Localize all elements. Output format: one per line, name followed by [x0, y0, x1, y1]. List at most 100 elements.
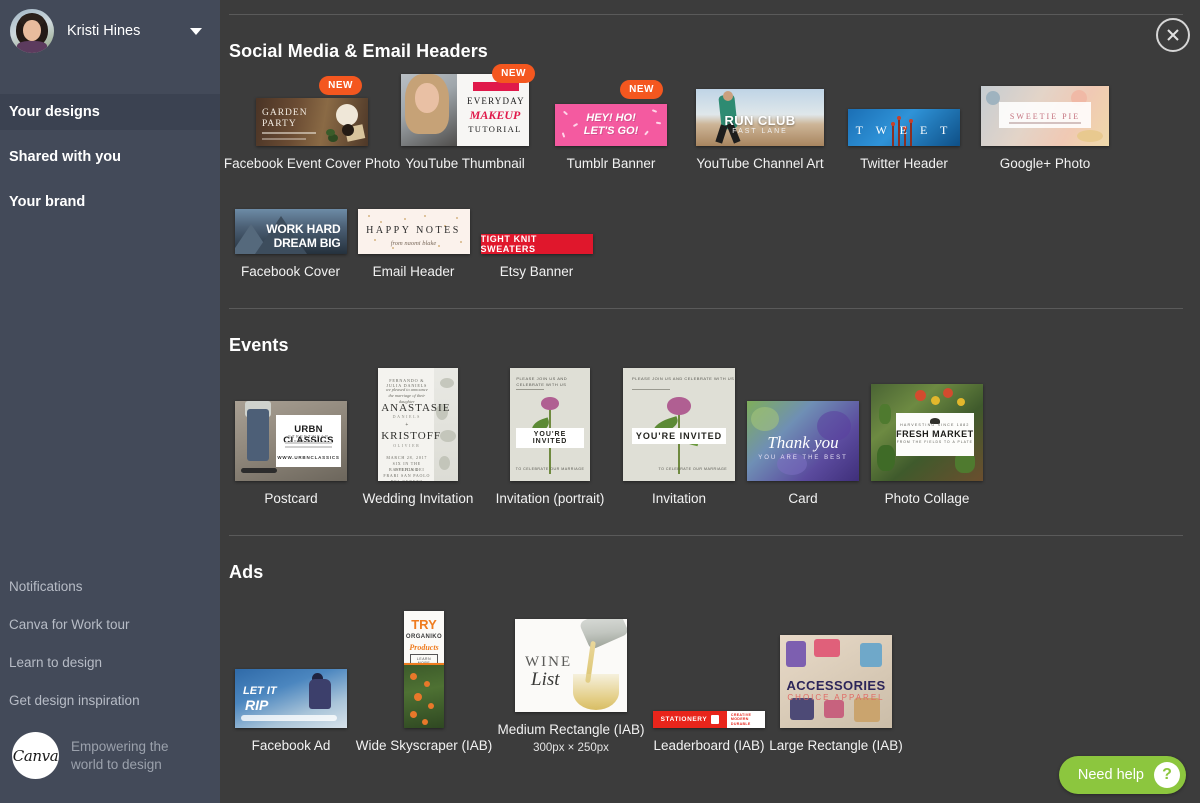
thumbnail-image: LET IT RIP	[235, 669, 347, 728]
template-label: Twitter Header	[860, 155, 948, 172]
sidebar-item-learn-to-design[interactable]: Learn to design	[0, 644, 220, 682]
template-tile-card[interactable]: Thank you YOU ARE THE BEST Card	[741, 368, 865, 507]
thumb-text: DANIELS	[381, 414, 432, 419]
thumb-text: Products	[404, 643, 444, 652]
thumbnail-image: RUN CLUB FAST LANE	[696, 89, 824, 146]
thumb-text: BASILICA DEI FRARI SAN PAOLO DEL VENETO	[383, 467, 431, 481]
template-tile-photo-collage[interactable]: HARVESTING SINCE 1882 FRESH MARKET FROM …	[865, 368, 989, 507]
thumbnail-wrap: ACCESSORIES CHOICE APPAREL	[780, 611, 892, 728]
thumbnail-image: WORK HARD DREAM BIG	[235, 209, 347, 254]
thumb-text: Thank you	[747, 433, 859, 453]
thumb-text: TUTORIAL	[467, 124, 523, 134]
thumbnail-wrap: TIGHT KNIT SWEATERS	[481, 194, 593, 254]
sidebar-item-notifications[interactable]: Notifications	[0, 568, 220, 606]
sidebar-item-your-brand[interactable]: Your brand	[0, 184, 220, 220]
sidebar-item-your-designs[interactable]: Your designs	[0, 94, 220, 130]
thumb-text: LET IT	[243, 685, 277, 697]
template-label: Facebook Cover	[241, 263, 340, 280]
thumb-text: DURABLE	[731, 722, 765, 726]
user-menu[interactable]: Kristi Hines	[0, 0, 220, 62]
template-label: Postcard	[264, 490, 317, 507]
new-badge: NEW	[492, 64, 535, 83]
template-tile-facebook-ad[interactable]: LET IT RIP Facebook Ad	[229, 611, 353, 754]
thumbnail-image: TRY ORGANIKO Products LEARN MORE	[404, 611, 444, 728]
template-label: Etsy Banner	[500, 263, 574, 280]
thumb-text: FRESH MARKET	[896, 429, 974, 439]
thumbnail-image: WINE List	[515, 619, 627, 712]
template-tile-tumblr-banner[interactable]: HEY! HO! LET'S GO! NEW Tumblr Banner	[535, 74, 687, 172]
close-icon[interactable]	[1156, 18, 1190, 52]
thumb-text: ORGANIKO	[404, 634, 444, 640]
thumb-text: GARDENPARTY	[262, 108, 316, 130]
thumbnail-image: HARVESTING SINCE 1882 FRESH MARKET FROM …	[871, 384, 983, 481]
template-tile-google-plus-photo[interactable]: SWEETIE PIE Google+ Photo	[975, 74, 1115, 172]
template-label: Email Header	[373, 263, 455, 280]
thumbnail-wrap: FERNANDO & JULIA DANIELS we pleased to a…	[378, 368, 458, 481]
section-title: Ads	[229, 536, 1200, 583]
brand-tagline: Empowering the world to design	[71, 738, 169, 774]
thumb-text: List	[531, 669, 560, 691]
template-label: Tumblr Banner	[567, 155, 656, 172]
thumbnail-wrap: HARVESTING SINCE 1882 FRESH MARKET FROM …	[871, 368, 983, 481]
template-tile-wedding-invitation[interactable]: FERNANDO & JULIA DANIELS we pleased to a…	[353, 368, 483, 507]
template-tile-etsy-banner[interactable]: TIGHT KNIT SWEATERS Etsy Banner	[475, 194, 598, 280]
need-help-button[interactable]: Need help ?	[1059, 756, 1186, 794]
thumb-text: PLEASE JOIN US AND CELEBRATE WITH US	[632, 376, 734, 382]
section-title: Events	[229, 309, 1200, 356]
template-tile-facebook-cover[interactable]: WORK HARD DREAM BIG Facebook Cover	[229, 194, 352, 280]
template-row: WORK HARD DREAM BIG Facebook Cover	[229, 172, 1200, 280]
thumb-text: FAST LANE	[696, 128, 824, 135]
thumb-text: OLIVIER	[381, 443, 432, 448]
section-ads: Ads LET IT RIP Facebook Ad	[220, 536, 1200, 754]
thumbnail-image: TIGHT KNIT SWEATERS	[481, 234, 593, 254]
template-tile-twitter-header[interactable]: T W E E T Twitter Header	[833, 74, 975, 172]
thumbnail-wrap: WORK HARD DREAM BIG	[235, 194, 347, 254]
thumbnail-wrap: T W E E T	[848, 74, 960, 146]
thumbnail-image: STATIONERY CREATIVE MODERN DURABLE	[653, 711, 765, 728]
template-tile-postcard[interactable]: URBN CLASSICS STREETWEAR ESSENTIALS WWW.…	[229, 368, 353, 507]
template-tile-medium-rectangle[interactable]: WINE List Medium Rectangle (IAB) 300px ×…	[495, 595, 647, 754]
chevron-down-icon[interactable]	[190, 28, 202, 35]
brand-footer: Canva Empowering the world to design	[0, 720, 220, 797]
thumb-text: HARVESTING SINCE 1882	[896, 423, 974, 427]
template-tile-facebook-event-cover-photo[interactable]: GARDENPARTY NEW Facebook Event Cover Pho…	[229, 74, 395, 172]
sidebar-item-get-design-inspiration[interactable]: Get design inspiration	[0, 682, 220, 720]
template-label: Invitation (portrait)	[496, 490, 605, 507]
pen-icon	[711, 715, 719, 724]
template-label: Leaderboard (IAB)	[653, 737, 764, 754]
template-tile-youtube-channel-art[interactable]: RUN CLUB FAST LANE YouTube Channel Art	[687, 74, 833, 172]
sidebar-item-shared-with-you[interactable]: Shared with you	[0, 139, 220, 175]
template-label: Wedding Invitation	[363, 490, 474, 507]
thumbnail-image: ACCESSORIES CHOICE APPAREL	[780, 635, 892, 728]
thumbnail-image: PLEASE JOIN US AND CELEBRATE WITH US YOU…	[623, 368, 735, 481]
brand-tagline-line1: Empowering the	[71, 738, 169, 756]
thumbnail-image: PLEASE JOIN US AND CELEBRATE WITH US YOU…	[510, 368, 590, 481]
template-row: GARDENPARTY NEW Facebook Event Cover Pho…	[229, 62, 1200, 172]
thumb-text: FROM THE FIELDS TO A PLATE	[896, 440, 974, 444]
template-tile-invitation[interactable]: PLEASE JOIN US AND CELEBRATE WITH US YOU…	[617, 368, 741, 507]
sidebar-item-canva-for-work-tour[interactable]: Canva for Work tour	[0, 606, 220, 644]
template-tile-wide-skyscraper[interactable]: TRY ORGANIKO Products LEARN MORE	[353, 611, 495, 754]
template-label: Medium Rectangle (IAB)	[497, 721, 644, 738]
canva-logo: Canva	[12, 732, 59, 779]
thumbnail-image: Thank you YOU ARE THE BEST	[747, 401, 859, 481]
thumbnail-wrap: URBN CLASSICS STREETWEAR ESSENTIALS WWW.…	[235, 368, 347, 481]
template-label: YouTube Channel Art	[696, 155, 823, 172]
template-row: LET IT RIP Facebook Ad TRY ORGANIKO Prod…	[229, 583, 1200, 754]
thumb-text: +	[381, 422, 432, 428]
template-tile-youtube-thumbnail[interactable]: EVERYDAY MAKEUP TUTORIAL NEW YouTube Thu…	[395, 74, 535, 172]
thumb-text: EVERYDAY	[467, 96, 523, 106]
template-tile-large-rectangle[interactable]: ACCESSORIES CHOICE APPAREL Large Rectang…	[771, 611, 901, 754]
brand-tagline-line2: world to design	[71, 756, 169, 774]
template-tile-leaderboard[interactable]: STATIONERY CREATIVE MODERN DURABLE Leade…	[647, 611, 771, 754]
template-label: Photo Collage	[885, 490, 970, 507]
main-content: Social Media & Email Headers GARDENPARTY…	[220, 0, 1200, 803]
template-tile-email-header[interactable]: HAPPY NOTES from naomi blake Email Heade…	[352, 194, 475, 280]
thumb-text: HAPPY NOTES	[358, 225, 470, 236]
thumbnail-wrap: SWEETIE PIE	[981, 74, 1109, 146]
template-tile-invitation-portrait[interactable]: PLEASE JOIN US AND CELEBRATE WITH US YOU…	[483, 368, 617, 507]
template-sublabel: 300px × 250px	[533, 742, 609, 754]
thumbnail-wrap: EVERYDAY MAKEUP TUTORIAL NEW	[401, 74, 529, 146]
thumb-text: ANASTASIE	[381, 402, 432, 414]
new-badge: NEW	[620, 80, 663, 99]
